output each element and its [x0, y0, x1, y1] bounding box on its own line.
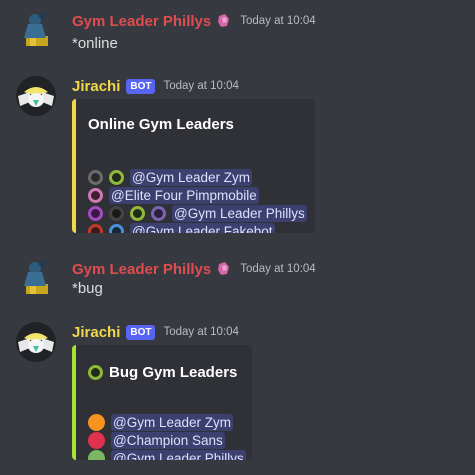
list-item: @Gym Leader Zym — [88, 168, 252, 186]
bot-avatar[interactable] — [16, 76, 56, 116]
author-name[interactable]: Jirachi — [72, 78, 120, 95]
user-mention[interactable]: @Gym Leader Zym — [130, 168, 252, 186]
message-header: Gym Leader Phillys Today at 10:04 — [72, 259, 316, 279]
user-mention[interactable]: @Elite Four Pimpmobile — [109, 186, 259, 204]
embed-title: Online Gym Leaders — [88, 116, 234, 133]
embed: Bug Gym Leaders @Gym Leader Zym @Champio… — [72, 345, 252, 460]
user-mention[interactable]: @Gym Leader Phillys — [172, 204, 307, 222]
author-name[interactable]: Gym Leader Phillys — [72, 13, 211, 30]
fire-badge-icon — [88, 223, 103, 233]
pokemon-emoji-icon — [218, 14, 230, 27]
list-item: @Gym Leader Phillys — [88, 449, 246, 460]
message-header: Jirachi BOT Today at 10:04 — [72, 76, 239, 96]
list-item: @Gym Leader Fakebot — [88, 222, 275, 233]
bot-tag: BOT — [126, 324, 156, 340]
message-header: Gym Leader Phillys Today at 10:04 — [72, 11, 316, 31]
user-mention[interactable]: @Gym Leader Phillys — [111, 449, 246, 460]
timestamp: Today at 10:04 — [163, 80, 239, 92]
embed-title: Bug Gym Leaders — [109, 364, 238, 381]
timestamp: Today at 10:04 — [163, 326, 239, 338]
ghost-badge-icon — [151, 205, 166, 221]
timestamp: Today at 10:04 — [240, 263, 316, 275]
embed-accent-bar — [72, 99, 76, 233]
user-mention[interactable]: @Champion Sans — [111, 431, 225, 449]
user-mention[interactable]: @Gym Leader Zym — [111, 413, 233, 431]
author-name[interactable]: Jirachi — [72, 324, 120, 341]
pokemon-emoji-icon — [218, 262, 230, 275]
embed-title-row: Bug Gym Leaders — [88, 364, 237, 381]
author-name[interactable]: Gym Leader Phillys — [72, 261, 211, 278]
bot-avatar[interactable] — [16, 322, 56, 362]
bug-badge-icon — [109, 169, 124, 185]
user-avatar[interactable] — [16, 10, 56, 50]
bug-badge-icon — [88, 365, 103, 380]
user-avatar[interactable] — [16, 258, 56, 298]
timestamp: Today at 10:04 — [240, 15, 316, 27]
embed: Online Gym Leaders @Gym Leader Zym @Elit… — [72, 99, 315, 233]
bot-tag: BOT — [126, 78, 156, 94]
list-item: @Champion Sans — [88, 431, 225, 449]
dark-badge-icon — [109, 205, 124, 221]
water-badge-icon — [109, 223, 124, 233]
user-mention[interactable]: @Gym Leader Fakebot — [130, 222, 275, 233]
message-text: *bug — [72, 280, 103, 297]
list-item: @Gym Leader Zym — [88, 413, 233, 431]
role-color-dot — [88, 431, 105, 449]
embed-accent-bar — [72, 345, 76, 460]
message-text: *online — [72, 35, 118, 52]
role-color-dot — [88, 449, 105, 460]
bug-badge-icon — [130, 205, 145, 221]
poison-badge-icon — [88, 205, 103, 221]
list-item: @Elite Four Pimpmobile — [88, 186, 259, 204]
role-color-dot — [88, 413, 105, 431]
message-header: Jirachi BOT Today at 10:04 — [72, 322, 239, 342]
list-item: @Gym Leader Phillys — [88, 204, 307, 222]
psychic-badge-icon — [88, 187, 103, 203]
dark-badge-icon — [88, 169, 103, 185]
